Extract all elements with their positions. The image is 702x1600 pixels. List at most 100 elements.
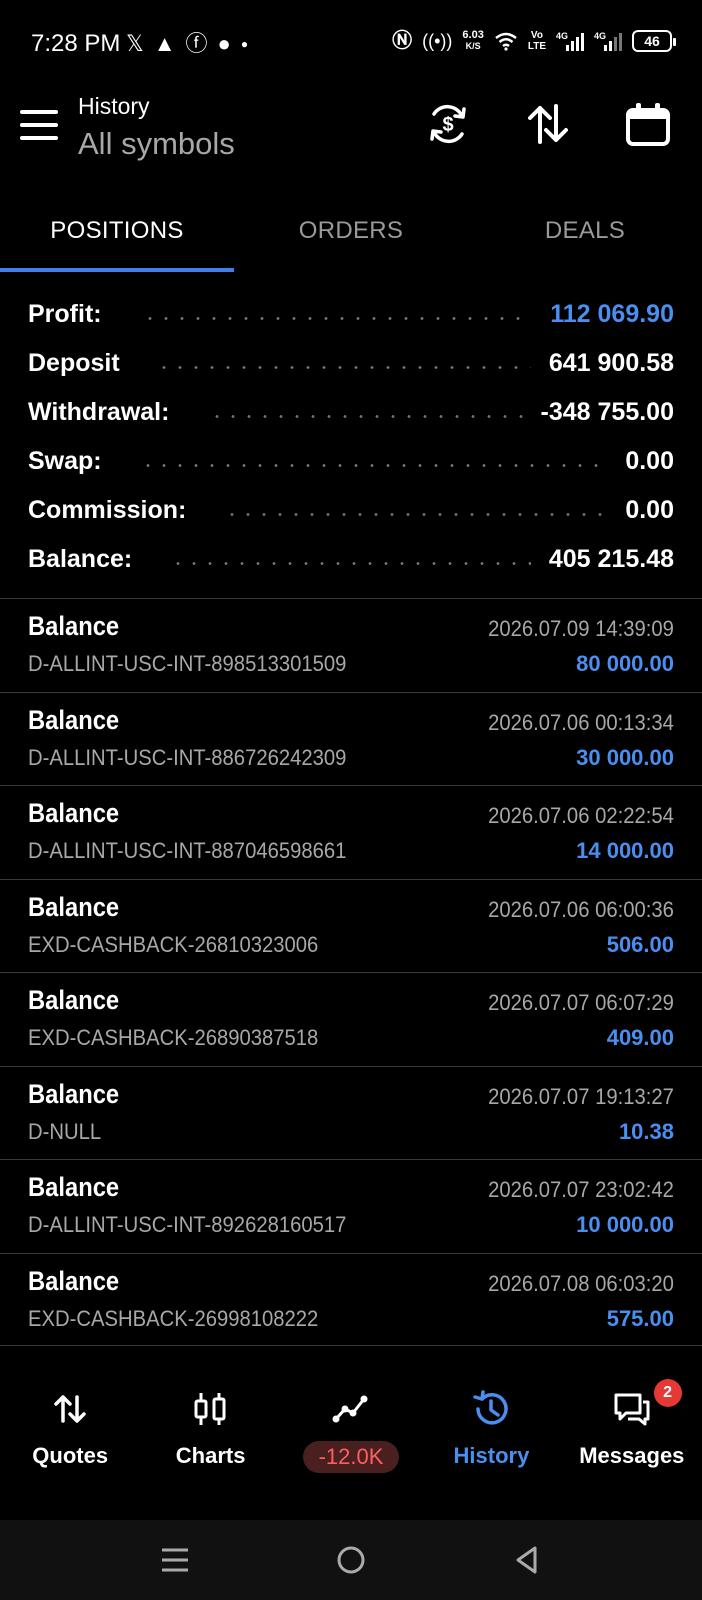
- nav-label: Charts: [175, 1443, 246, 1468]
- entry-amount: 506.00: [606, 931, 674, 957]
- entry-time: 2026.07.07 06:07:29: [488, 990, 674, 1015]
- entry-comment: EXD-CASHBACK-26998108222: [28, 1305, 319, 1331]
- tab-orders[interactable]: ORDERS: [234, 190, 468, 272]
- list-item[interactable]: Balance EXD-CASHBACK-26890387518 2026.07…: [0, 972, 702, 1066]
- history-list: Balance D-ALLINT-USC-INT-898513301509 20…: [0, 598, 702, 1346]
- trade-line-icon: [332, 1395, 368, 1423]
- calendar-icon[interactable]: [624, 100, 672, 148]
- symbol-filter[interactable]: All symbols: [78, 126, 235, 162]
- summary-row-withdrawal: Withdrawal: -348 755.00: [0, 388, 702, 437]
- dotted-leader: [170, 562, 531, 565]
- entry-type: Balance: [28, 985, 120, 1015]
- summary-row-deposit: Deposit 641 900.58: [0, 339, 702, 388]
- entry-comment: D-NULL: [28, 1118, 102, 1144]
- recent-apps-icon[interactable]: [157, 1542, 193, 1578]
- entry-amount: 409.00: [606, 1025, 674, 1050]
- signal-4g-2-icon: 4G: [594, 31, 622, 51]
- nav-trade[interactable]: -12.0K: [281, 1375, 421, 1520]
- entry-time: 2026.07.08 06:03:20: [488, 1270, 674, 1296]
- list-item[interactable]: Balance D-ALLINT-USC-INT-892628160517 20…: [0, 1159, 702, 1253]
- tab-deals[interactable]: DEALS: [468, 190, 702, 272]
- summary-row-swap: Swap: 0.00: [0, 437, 702, 486]
- currency-exchange-icon[interactable]: $: [424, 100, 472, 148]
- dotted-leader: [224, 513, 608, 516]
- messages-icon: [614, 1393, 650, 1426]
- nav-messages[interactable]: 2 Messages: [562, 1375, 702, 1520]
- nav-charts[interactable]: Charts: [140, 1375, 280, 1520]
- nav-quotes[interactable]: Quotes: [0, 1375, 140, 1520]
- sort-icon[interactable]: [524, 100, 572, 148]
- dotted-leader: [141, 317, 533, 320]
- tab-positions[interactable]: POSITIONS: [0, 190, 234, 272]
- volte-icon: Vo LTE: [527, 30, 546, 52]
- summary-value: 112 069.90: [550, 300, 674, 328]
- summary-value: 641 900.58: [548, 349, 674, 377]
- home-icon[interactable]: [333, 1542, 369, 1578]
- status-bar: 7:28 PM 𝕏 ▲ ⓕ ● ● Ⓝ ((•)) 6.03 K/S Vo LTE…: [0, 0, 702, 90]
- list-item[interactable]: Balance EXD-CASHBACK-26810323006 2026.07…: [0, 878, 702, 973]
- entry-type: Balance: [28, 798, 120, 828]
- list-item[interactable]: Balance D-ALLINT-USC-INT-887046598661 20…: [0, 785, 702, 879]
- summary-panel: Profit: 112 069.90 Deposit 641 900.58 Wi…: [0, 290, 702, 584]
- summary-label: Withdrawal:: [28, 398, 170, 426]
- more-dot-icon: ●: [240, 37, 249, 51]
- entry-type: Balance: [28, 1078, 120, 1109]
- summary-row-balance: Balance: 405 215.48: [0, 535, 702, 584]
- status-right-icons: Ⓝ ((•)) 6.03 K/S Vo LTE 4G 4G 46: [392, 30, 676, 52]
- wifi-icon: [495, 32, 517, 51]
- facebook-icon: ⓕ: [185, 31, 208, 56]
- entry-comment: D-ALLINT-USC-INT-887046598661: [28, 838, 347, 863]
- summary-value: 0.00: [625, 496, 674, 524]
- nav-history[interactable]: History: [421, 1375, 561, 1520]
- entry-comment: D-ALLINT-USC-INT-892628160517: [28, 1212, 347, 1237]
- entry-type: Balance: [28, 1172, 120, 1202]
- entry-time: 2026.07.07 23:02:42: [488, 1177, 674, 1202]
- list-item[interactable]: Balance D-NULL 2026.07.07 19:13:27 10.38: [0, 1065, 702, 1160]
- entry-type: Balance: [28, 891, 120, 922]
- network-speed: 6.03 K/S: [462, 30, 483, 52]
- signal-4g-icon: 4G: [556, 31, 584, 51]
- battery-icon: 46: [632, 30, 676, 52]
- entry-time: 2026.07.09 14:39:09: [488, 616, 674, 641]
- entry-comment: D-ALLINT-USC-INT-886726242309: [28, 744, 347, 770]
- entry-amount: 30 000.00: [576, 744, 674, 770]
- hotspot-icon: ((•)): [422, 31, 453, 51]
- nav-label: History: [453, 1443, 530, 1468]
- summary-value: 0.00: [625, 447, 674, 475]
- summary-label: Profit:: [28, 300, 102, 328]
- x-icon: 𝕏: [126, 31, 144, 56]
- dot-icon: ●: [217, 31, 231, 56]
- entry-time: 2026.07.06 06:00:36: [488, 896, 674, 922]
- entry-amount: 575.00: [606, 1305, 674, 1331]
- svg-text:4G: 4G: [556, 31, 568, 41]
- speed-unit: K/S: [465, 41, 481, 51]
- speed-value: 6.03: [462, 29, 484, 41]
- nav-label: Quotes: [32, 1443, 109, 1468]
- entry-amount: 80 000.00: [576, 651, 674, 676]
- entry-amount: 10 000.00: [576, 1212, 674, 1237]
- summary-label: Commission:: [28, 496, 187, 524]
- list-item[interactable]: Balance EXD-CASHBACK-26998108222 2026.07…: [0, 1252, 702, 1346]
- summary-row-profit: Profit: 112 069.90: [0, 290, 702, 339]
- back-icon[interactable]: [509, 1542, 545, 1578]
- summary-row-commission: Commission: 0.00: [0, 486, 702, 535]
- entry-amount: 10.38: [618, 1118, 674, 1144]
- history-icon: [473, 1390, 509, 1425]
- entry-comment: EXD-CASHBACK-26810323006: [28, 931, 319, 957]
- status-left-icons: 𝕏 ▲ ⓕ ● ●: [126, 30, 248, 58]
- entry-comment: D-ALLINT-USC-INT-898513301509: [28, 651, 347, 676]
- nfc-icon: Ⓝ: [392, 30, 413, 52]
- bottom-navigation: Quotes Charts -12.0K History 2 Messages: [0, 1375, 702, 1520]
- profit-pill: -12.0K: [302, 1441, 400, 1473]
- summary-label: Swap:: [28, 447, 102, 475]
- list-item[interactable]: Balance D-ALLINT-USC-INT-898513301509 20…: [0, 598, 702, 692]
- list-item[interactable]: Balance D-ALLINT-USC-INT-886726242309 20…: [0, 691, 702, 786]
- app-header: History All symbols $: [0, 90, 702, 190]
- status-time: 7:28 PM: [31, 30, 121, 57]
- battery-level: 46: [644, 33, 660, 49]
- dotted-leader: [209, 415, 523, 418]
- menu-icon[interactable]: [20, 110, 58, 140]
- history-tabs: POSITIONS ORDERS DEALS: [0, 190, 702, 272]
- candlestick-icon: [194, 1393, 226, 1425]
- arrow-icon: ▲: [153, 31, 176, 56]
